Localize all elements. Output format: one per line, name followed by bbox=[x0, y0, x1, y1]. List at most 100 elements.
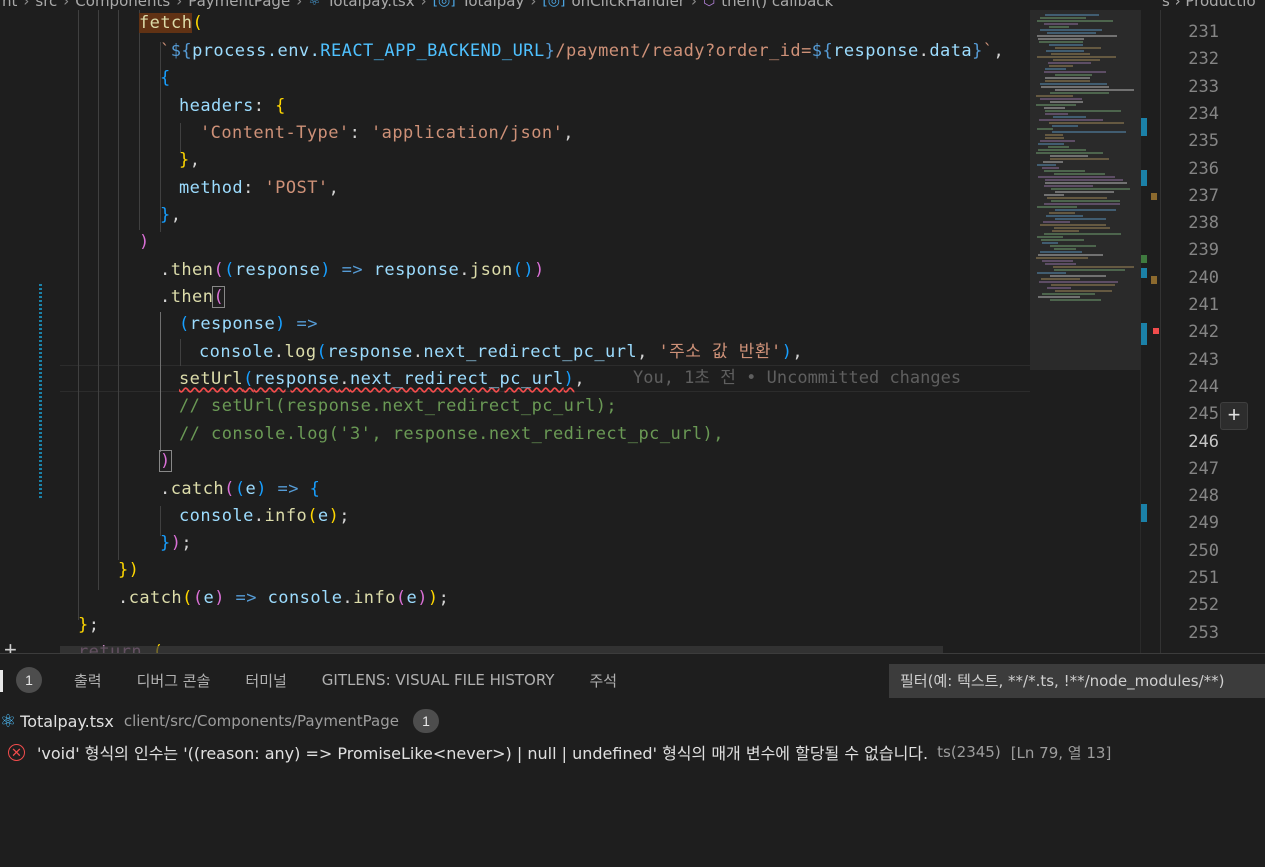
code-editor[interactable]: fetch( `${process.env.REACT_APP_BACKEND_… bbox=[0, 10, 1030, 653]
tab-terminal[interactable]: 터미널 bbox=[245, 670, 286, 691]
minimap-line bbox=[1037, 35, 1117, 37]
horizontal-scrollbar[interactable] bbox=[60, 646, 943, 653]
line-number: 237 bbox=[1188, 185, 1219, 206]
minimap-line bbox=[1044, 185, 1093, 187]
problem-file-row[interactable]: ⚛ Totalpay.tsx client/src/Components/Pay… bbox=[0, 709, 439, 733]
tab-comments[interactable]: 주석 bbox=[589, 670, 617, 691]
minimap-line bbox=[1051, 53, 1090, 55]
minimap-line bbox=[1042, 293, 1095, 295]
minimap-line bbox=[1050, 155, 1088, 157]
breadcrumb: nt › src › Components › PaymentPage › ⚛ … bbox=[0, 0, 1162, 10]
breadcrumb-item-root[interactable]: nt bbox=[2, 0, 17, 10]
minimap-line bbox=[1039, 281, 1118, 283]
minimap-line bbox=[1045, 263, 1076, 265]
error-marker bbox=[1153, 328, 1159, 334]
minimap-line bbox=[1053, 116, 1086, 118]
minimap-line bbox=[1040, 29, 1102, 31]
line-number: 252 bbox=[1188, 595, 1219, 616]
minimap-line bbox=[1054, 173, 1105, 175]
problems-filter-input[interactable]: 필터(예: 텍스트, **/*.ts, !**/node_modules/**) bbox=[889, 664, 1265, 698]
indent-guide bbox=[180, 339, 181, 366]
code-line: ) bbox=[139, 232, 150, 252]
indent-guide bbox=[139, 10, 140, 230]
indent-guide bbox=[98, 10, 99, 590]
minimap-line bbox=[1036, 104, 1076, 106]
code-line: { bbox=[160, 68, 171, 88]
problem-file-path: client/src/Components/PaymentPage bbox=[123, 712, 399, 730]
code-line: .catch((e) => { bbox=[160, 479, 321, 499]
side-editor-breadcrumb[interactable]: s › Productio bbox=[1162, 0, 1265, 10]
minimap-line bbox=[1052, 125, 1078, 127]
line-number: 241 bbox=[1188, 295, 1219, 315]
minimap-line bbox=[1037, 272, 1066, 274]
minimap-line bbox=[1045, 14, 1099, 16]
minimap-line bbox=[1054, 248, 1076, 250]
tab-output[interactable]: 출력 bbox=[74, 670, 102, 691]
minimap-line bbox=[1038, 149, 1086, 151]
code-line: }, bbox=[160, 205, 182, 225]
minimap-line bbox=[1051, 188, 1130, 190]
scroll-marker bbox=[1141, 255, 1147, 263]
indent-guide-active bbox=[160, 312, 161, 452]
minimap-line bbox=[1055, 218, 1106, 220]
git-blame-annotation[interactable]: You, 1초 전 • Uncommitted changes bbox=[633, 365, 961, 392]
minimap-line bbox=[1040, 251, 1082, 253]
minimap-line bbox=[1036, 257, 1088, 259]
minimap-line bbox=[1049, 26, 1069, 28]
minimap-line bbox=[1049, 44, 1083, 46]
code-line: 'Content-Type': 'application/json', bbox=[200, 123, 574, 143]
line-number: 251 bbox=[1188, 568, 1219, 588]
breadcrumb-item-file[interactable]: Totalpay.tsx bbox=[327, 0, 415, 10]
code-line: (response) => bbox=[179, 314, 318, 334]
minimap-line bbox=[1049, 122, 1124, 124]
tab-gitlens[interactable]: GITLENS: VISUAL FILE HISTORY bbox=[322, 671, 555, 689]
scroll-marker bbox=[1141, 323, 1147, 345]
scroll-marker bbox=[1141, 504, 1147, 522]
minimap-line bbox=[1044, 194, 1064, 196]
minimap-line bbox=[1036, 95, 1073, 97]
minimap-line bbox=[1045, 110, 1121, 112]
problem-item[interactable]: ✕ 'void' 형식의 인수는 '((reason: any) => Prom… bbox=[8, 740, 1111, 764]
problem-position: [Ln 79, 열 13] bbox=[1010, 743, 1112, 762]
minimap-line bbox=[1045, 182, 1127, 184]
breadcrumb-item-totalpay[interactable]: Totalpay bbox=[462, 0, 525, 10]
add-comment-icon[interactable]: + bbox=[1220, 402, 1248, 430]
minimap-line bbox=[1051, 200, 1120, 202]
chevron-right-icon: › bbox=[63, 0, 70, 10]
line-number: 246 bbox=[1188, 431, 1219, 452]
minimap-line bbox=[1038, 38, 1084, 40]
breadcrumb-item-components[interactable]: Components bbox=[75, 0, 170, 10]
code-line: }) bbox=[118, 560, 140, 580]
breadcrumb-item-paymentpage[interactable]: PaymentPage bbox=[188, 0, 290, 10]
line-number: 231 bbox=[1188, 22, 1219, 42]
minimap-line bbox=[1045, 113, 1068, 115]
tab-debug-console[interactable]: 디버그 콘솔 bbox=[137, 670, 211, 691]
code-line: }; bbox=[78, 615, 100, 635]
code-line: ) bbox=[159, 450, 172, 472]
indent-guide bbox=[78, 10, 79, 620]
tab-problems-count-badge[interactable]: 1 bbox=[16, 667, 42, 693]
minimap-line bbox=[1041, 239, 1084, 241]
vertical-scrollbar[interactable] bbox=[1140, 10, 1161, 653]
variable-icon: [◎] bbox=[542, 0, 566, 9]
minimap-line bbox=[1040, 83, 1107, 85]
minimap-line bbox=[1048, 62, 1091, 64]
breadcrumb-item-callback[interactable]: then() callback bbox=[721, 0, 833, 10]
line-number: 244 bbox=[1188, 376, 1219, 397]
minimap-line bbox=[1049, 65, 1073, 67]
line-number: 234 bbox=[1188, 103, 1219, 124]
minimap-line bbox=[1055, 89, 1134, 91]
line-number: 238 bbox=[1188, 213, 1219, 234]
modified-lines-marker[interactable] bbox=[39, 284, 42, 499]
line-number: 249 bbox=[1188, 513, 1219, 534]
breadcrumb-item-src[interactable]: src bbox=[35, 0, 57, 10]
line-number: 240 bbox=[1188, 267, 1219, 288]
code-line: headers: { bbox=[179, 96, 286, 116]
problem-code: ts(2345) bbox=[937, 743, 1001, 761]
scroll-marker bbox=[1151, 276, 1157, 284]
minimap-line bbox=[1038, 143, 1064, 145]
breadcrumb-item-handler[interactable]: onClickHandler bbox=[571, 0, 685, 10]
line-number: 242 bbox=[1188, 322, 1219, 343]
minimap-line bbox=[1050, 158, 1109, 160]
chevron-right-icon: › bbox=[296, 0, 303, 10]
